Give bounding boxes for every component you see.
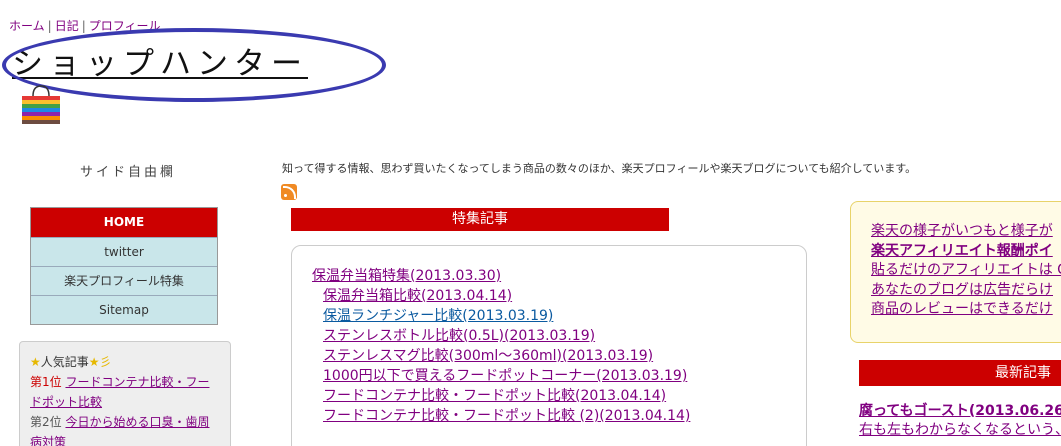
latest-list: 腐ってもゴースト(2013.06.26 右も左もわからなくなるという、: [859, 402, 1061, 440]
feature-link[interactable]: ステンレスマグ比較(300ml〜360ml)(2013.03.19): [312, 346, 690, 366]
latest-link[interactable]: 腐ってもゴースト(2013.06.26: [859, 402, 1061, 421]
right-links-box: 楽天の様子がいつもと様子が 楽天アフィリエイト報酬ポイ 貼るだけのアフィリエイト…: [850, 201, 1061, 343]
feature-heading: 特集記事: [291, 208, 669, 231]
feature-link[interactable]: 保温ランチジャー比較(2013.03.19): [312, 306, 690, 326]
nav-separator: |: [47, 19, 52, 33]
menu-item-home[interactable]: HOME: [31, 208, 217, 237]
feature-link[interactable]: 保温弁当箱比較(2013.04.14): [312, 286, 690, 306]
nav-diary-link[interactable]: 日記: [55, 19, 79, 33]
star-icon: ★: [30, 355, 41, 369]
right-link[interactable]: あなたのブログは広告だらけ: [871, 281, 1061, 301]
right-link[interactable]: 貼るだけのアフィリエイトは C: [871, 261, 1061, 281]
nav-separator: |: [81, 19, 86, 33]
popular-item: 第1位 フードコンテナ比較・フードポット比較: [30, 372, 220, 412]
menu-item-rakuten-profile[interactable]: 楽天プロフィール特集: [31, 266, 217, 295]
feature-link[interactable]: 1000円以下で買えるフードポットコーナー(2013.03.19): [312, 366, 690, 386]
latest-heading: 最新記事: [859, 360, 1061, 386]
right-link[interactable]: 楽天の様子がいつもと様子が: [871, 222, 1061, 242]
popular-item: 第2位 今日から始める口臭・歯周病対策: [30, 412, 220, 446]
popular-heading-label: 人気記事: [40, 355, 89, 369]
feature-link[interactable]: フードコンテナ比較・フードポット比較(2013.04.14): [312, 386, 690, 406]
star-icon: ★: [88, 355, 100, 369]
sidebar-menu: HOME twitter 楽天プロフィール特集 Sitemap: [30, 207, 218, 325]
sidebar-title: サイド自由欄: [80, 165, 177, 180]
rss-icon[interactable]: [281, 184, 297, 200]
rank-label: 第2位: [30, 415, 62, 429]
feature-list: 保温弁当箱特集(2013.03.30) 保温弁当箱比較(2013.04.14) …: [312, 266, 690, 426]
feature-link[interactable]: フードコンテナ比較・フードポット比較 (2)(2013.04.14): [312, 406, 690, 426]
feature-link[interactable]: ステンレスボトル比較(0.5L)(2013.03.19): [312, 326, 690, 346]
shopping-bag-icon: [22, 85, 60, 124]
menu-item-twitter[interactable]: twitter: [31, 237, 217, 266]
right-link[interactable]: 商品のレビューはできるだけ: [871, 300, 1061, 320]
rank-label: 第1位: [30, 375, 62, 389]
popular-articles: ★人気記事★彡 第1位 フードコンテナ比較・フードポット比較 第2位 今日から始…: [19, 341, 231, 446]
popular-heading: ★人気記事★彡: [30, 352, 220, 372]
latest-link[interactable]: 右も左もわからなくなるという、: [859, 421, 1061, 440]
site-description: 知って得する情報、思わず買いたくなってしまう商品の数々のほか、楽天プロフィールや…: [282, 162, 917, 175]
feature-link[interactable]: 保温弁当箱特集(2013.03.30): [312, 266, 690, 286]
menu-item-sitemap[interactable]: Sitemap: [31, 295, 217, 324]
right-link[interactable]: 楽天アフィリエイト報酬ポイ: [871, 242, 1061, 262]
sparkle-icon: 彡: [99, 355, 112, 369]
nav-home-link[interactable]: ホーム: [9, 19, 45, 33]
